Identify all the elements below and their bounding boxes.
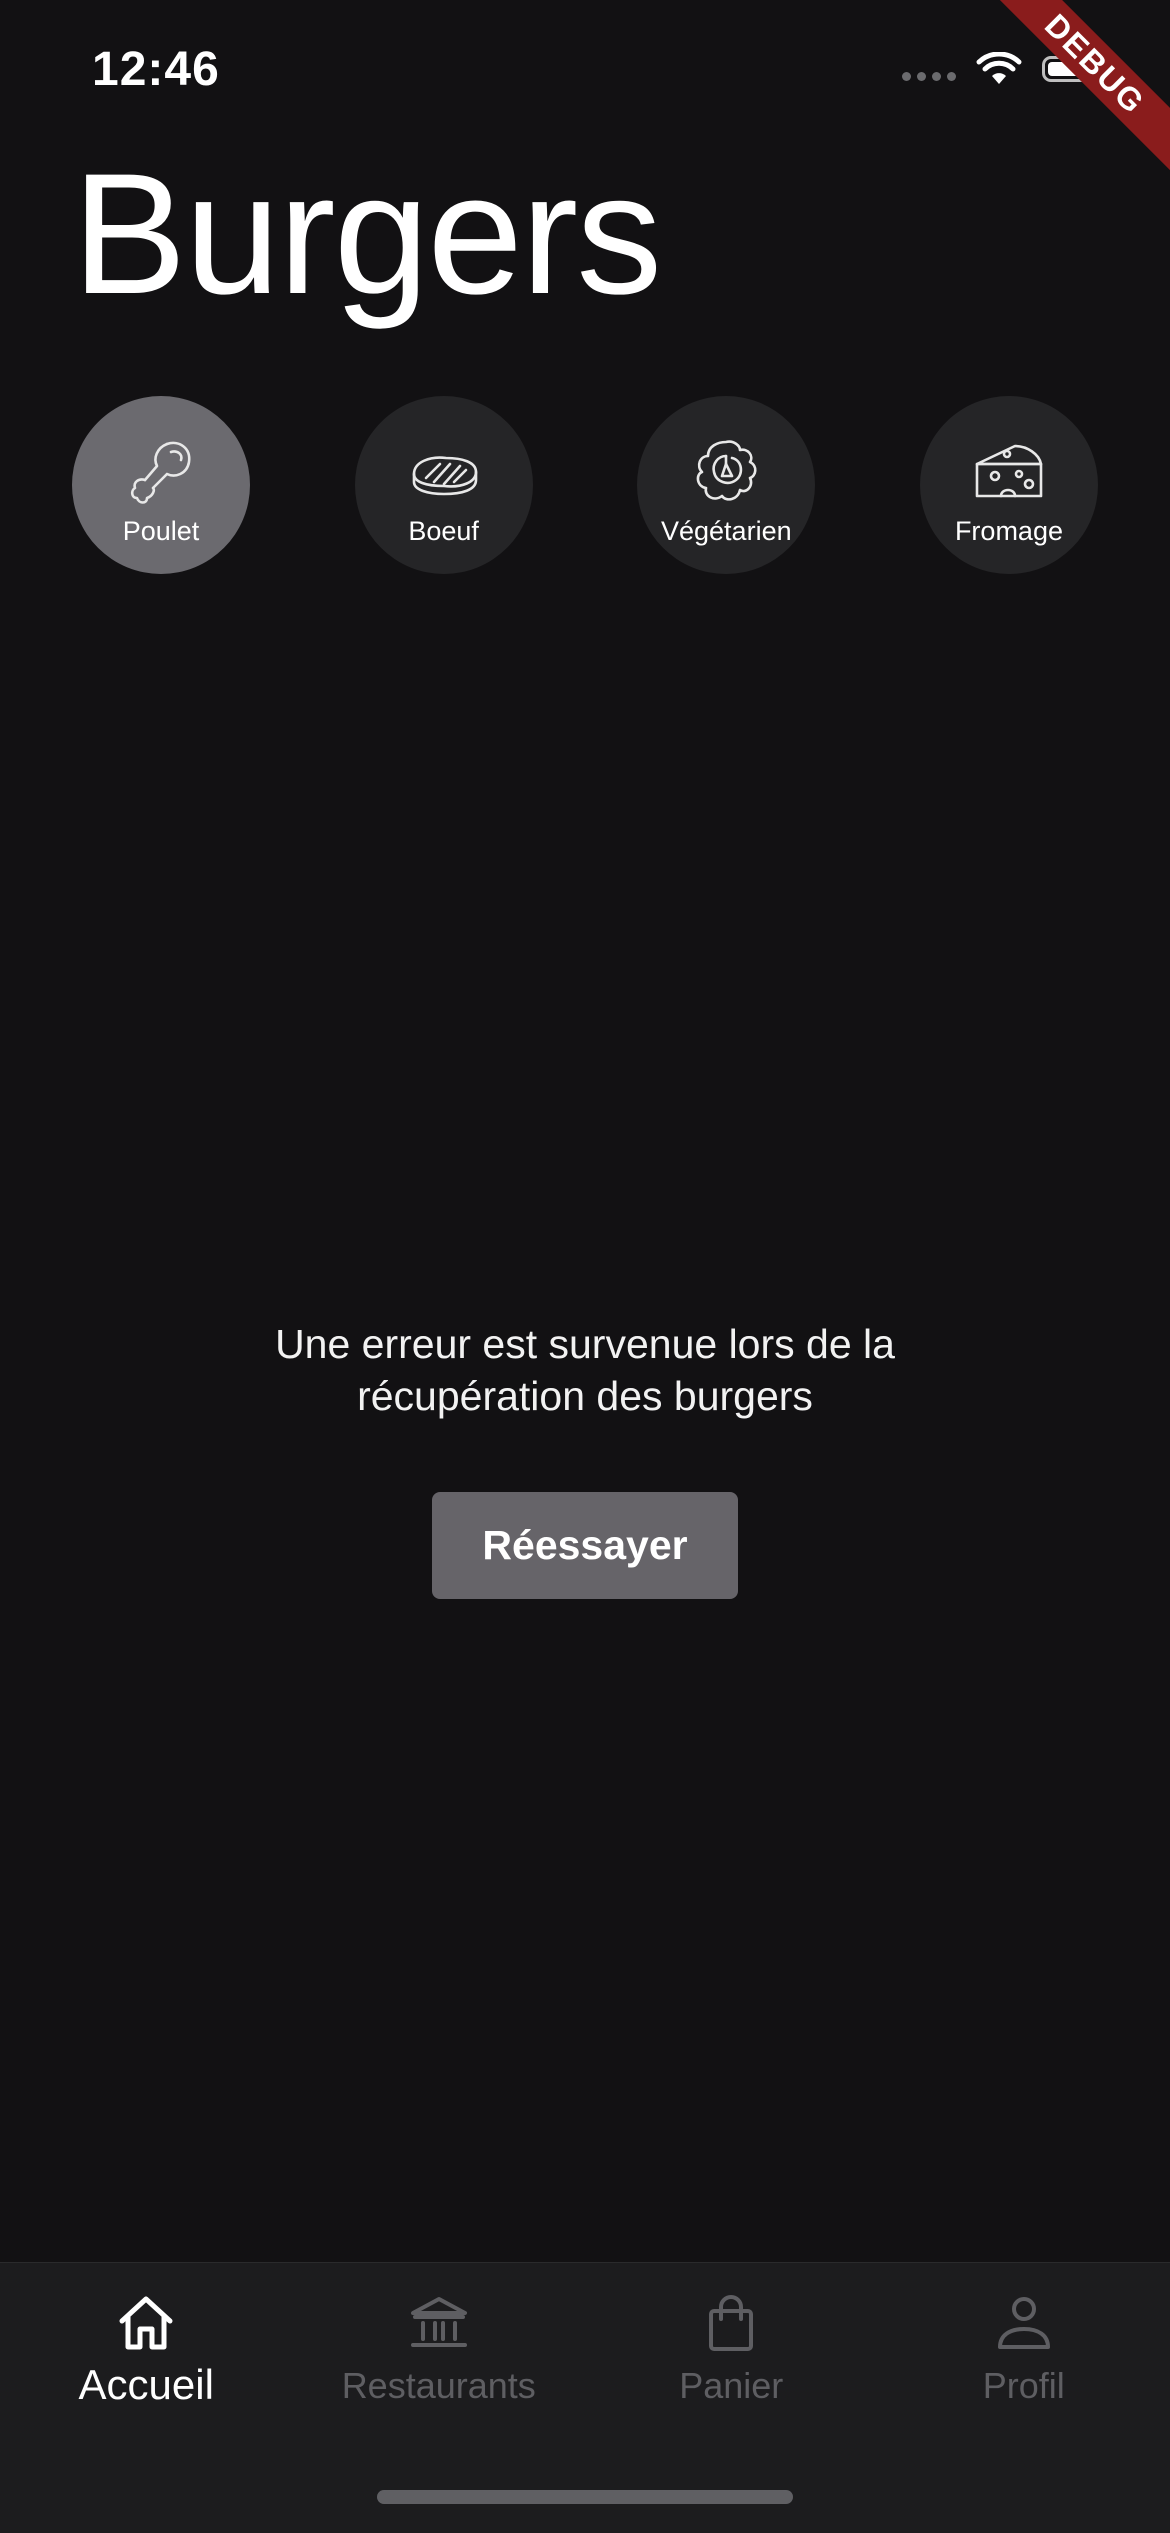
nav-label: Accueil bbox=[79, 2361, 214, 2409]
person-icon bbox=[992, 2291, 1056, 2355]
status-bar: 12:46 bbox=[0, 0, 1170, 140]
category-fromage[interactable]: Fromage bbox=[920, 396, 1098, 574]
category-vegetarien[interactable]: Végétarien bbox=[637, 396, 815, 574]
chicken-leg-icon bbox=[123, 434, 199, 510]
status-time: 12:46 bbox=[92, 42, 220, 97]
category-label: Poulet bbox=[123, 516, 200, 547]
nav-label: Restaurants bbox=[342, 2365, 536, 2407]
nav-item-panier[interactable]: Panier bbox=[585, 2291, 878, 2409]
nav-item-accueil[interactable]: Accueil bbox=[0, 2291, 293, 2409]
page-title: Burgers bbox=[72, 148, 660, 320]
nav-label: Profil bbox=[983, 2365, 1065, 2407]
nav-label: Panier bbox=[679, 2365, 783, 2407]
status-icons bbox=[902, 52, 1100, 86]
home-icon bbox=[114, 2291, 178, 2355]
category-label: Végétarien bbox=[661, 516, 792, 547]
category-boeuf[interactable]: Boeuf bbox=[355, 396, 533, 574]
steak-icon bbox=[406, 434, 482, 510]
battery-icon bbox=[1042, 56, 1100, 82]
category-label: Boeuf bbox=[408, 516, 479, 547]
cheese-icon bbox=[971, 434, 1047, 510]
nav-item-restaurants[interactable]: Restaurants bbox=[293, 2291, 586, 2409]
error-message: Une erreur est survenue lors de la récup… bbox=[0, 1318, 1170, 1422]
category-label: Fromage bbox=[955, 516, 1063, 547]
bank-icon bbox=[407, 2291, 471, 2355]
home-indicator bbox=[377, 2490, 793, 2504]
shopping-bag-icon bbox=[699, 2291, 763, 2355]
retry-button[interactable]: Réessayer bbox=[432, 1492, 738, 1599]
category-poulet[interactable]: Poulet bbox=[72, 396, 250, 574]
error-message-line: récupération des burgers bbox=[0, 1370, 1170, 1422]
cabbage-icon bbox=[688, 434, 764, 510]
cellular-signal-icon bbox=[902, 72, 956, 81]
nav-item-profil[interactable]: Profil bbox=[878, 2291, 1170, 2409]
category-selector: Poulet Boeuf Végétarien bbox=[72, 396, 1098, 574]
wifi-icon bbox=[976, 52, 1022, 86]
error-message-line: Une erreur est survenue lors de la bbox=[0, 1318, 1170, 1370]
